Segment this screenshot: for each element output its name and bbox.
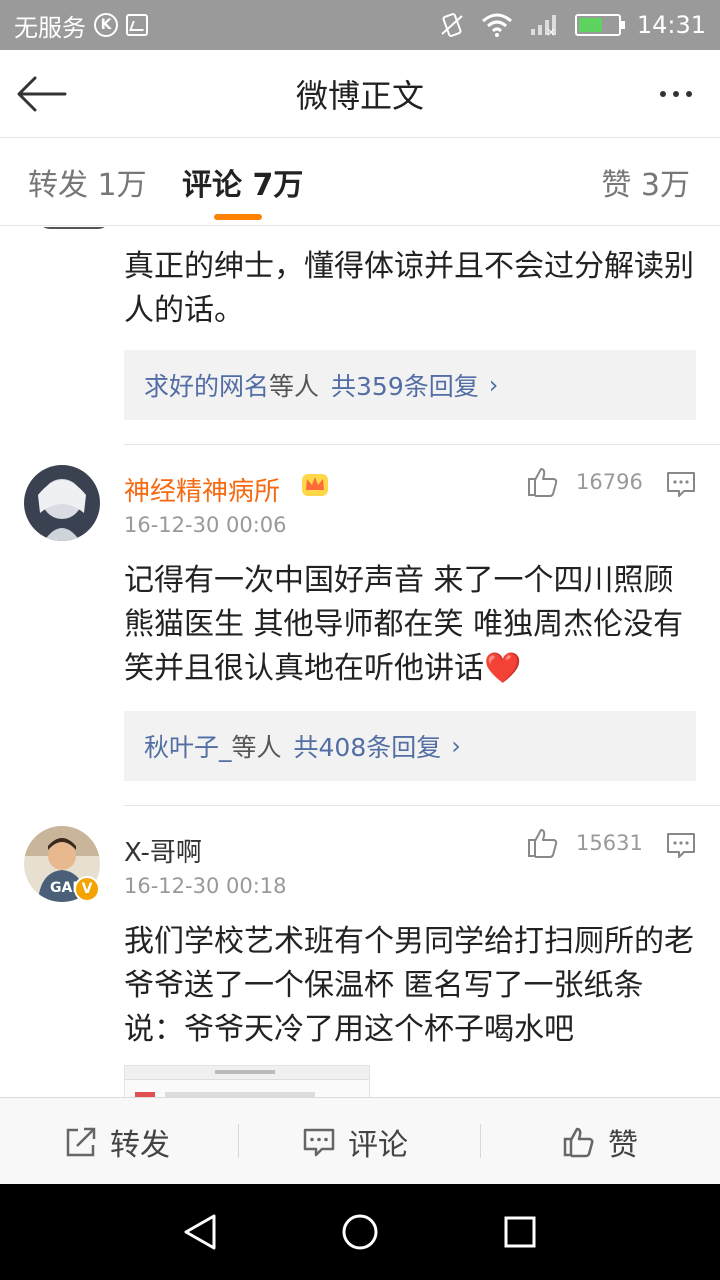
thumbs-up-icon[interactable] bbox=[526, 465, 560, 499]
home-circle-icon bbox=[342, 1214, 378, 1250]
tab-comments[interactable]: 评论 7万 bbox=[182, 160, 303, 204]
nav-home-button[interactable] bbox=[340, 1212, 380, 1252]
tab-bar: 转发 1万 评论 7万 赞 3万 bbox=[0, 138, 720, 226]
comment-label: 评论 bbox=[348, 1127, 408, 1163]
status-bar: 无服务 K × 14:31 bbox=[0, 0, 720, 50]
tab-forwards[interactable]: 转发 1万 bbox=[28, 160, 147, 204]
forward-button[interactable]: 转发 bbox=[64, 1098, 170, 1185]
reply-connector: 等人 bbox=[231, 733, 282, 762]
comment-text: 记得有一次中国好声音 来了一个四川照顾熊猫医生 其他导师都在笑 唯独周杰伦没有笑… bbox=[124, 563, 684, 686]
divider bbox=[238, 1124, 239, 1158]
like-count: 15631 bbox=[576, 831, 643, 855]
reply-comment-icon[interactable] bbox=[666, 469, 696, 499]
more-options-button[interactable] bbox=[652, 74, 700, 114]
username[interactable]: X-哥啊 bbox=[124, 832, 202, 869]
action-bar: 转发 评论 赞 bbox=[0, 1097, 720, 1184]
reply-comment-icon[interactable] bbox=[666, 830, 696, 860]
replies-button[interactable]: 秋叶子_ 等人 共408条回复 › bbox=[124, 711, 696, 781]
divider bbox=[124, 805, 720, 806]
comment-text: 我们学校艺术班有个男同学给打扫厕所的老爷爷送了一个保温杯 匿名写了一张纸条说：爷… bbox=[124, 924, 694, 1047]
replies-button[interactable]: 求好的网名 等人 共359条回复 › bbox=[124, 350, 696, 420]
like-label: 赞 bbox=[608, 1127, 638, 1163]
divider bbox=[480, 1124, 481, 1158]
comment-time: 16-12-30 00:06 bbox=[124, 513, 287, 537]
carrier-text: 无服务 bbox=[14, 13, 86, 42]
page-title: 微博正文 bbox=[295, 76, 424, 115]
k-notification-icon: K bbox=[94, 13, 118, 37]
share-icon bbox=[66, 1127, 96, 1156]
comment-text: 真正的绅士，懂得体谅并且不会过分解读别人的话。 bbox=[124, 249, 694, 328]
tab-likes[interactable]: 赞 3万 bbox=[601, 160, 690, 204]
comment-time: 16-12-30 00:18 bbox=[124, 874, 287, 898]
comment-image[interactable] bbox=[124, 1065, 370, 1097]
reply-names: 求好的网名 bbox=[144, 372, 270, 401]
verified-badge-icon: V bbox=[74, 876, 100, 902]
chevron-right-icon: › bbox=[451, 732, 461, 760]
active-tab-indicator bbox=[214, 214, 262, 220]
wifi-icon bbox=[481, 13, 512, 37]
reply-count: 共359条回复 bbox=[331, 372, 479, 401]
reply-names: 秋叶子_ bbox=[144, 733, 232, 762]
chevron-right-icon: › bbox=[488, 371, 499, 399]
like-button[interactable]: 赞 bbox=[562, 1098, 638, 1185]
battery-icon bbox=[574, 14, 625, 36]
reply-count: 共408条回复 bbox=[293, 733, 442, 762]
avatar bbox=[38, 227, 110, 229]
recents-square-icon bbox=[504, 1216, 536, 1248]
reply-connector: 等人 bbox=[269, 372, 320, 401]
header: 微博正文 bbox=[0, 50, 720, 138]
like-count: 16796 bbox=[576, 470, 643, 494]
back-arrow-icon bbox=[17, 76, 67, 112]
nav-back-button[interactable] bbox=[180, 1212, 220, 1252]
comment-list: 真正的绅士，懂得体谅并且不会过分解读别人的话。 求好的网名 等人 共359条回复… bbox=[0, 227, 720, 1097]
forward-label: 转发 bbox=[110, 1127, 170, 1163]
comment-icon bbox=[303, 1128, 335, 1156]
crown-badge-icon bbox=[302, 474, 328, 496]
svg-text:×: × bbox=[546, 25, 556, 37]
signal-icon: × bbox=[530, 15, 556, 37]
thumbs-up-icon bbox=[563, 1127, 594, 1157]
system-nav-bar bbox=[0, 1184, 720, 1280]
vibrate-icon bbox=[441, 13, 463, 37]
back-triangle-icon bbox=[184, 1214, 216, 1250]
nav-recents-button[interactable] bbox=[500, 1212, 540, 1252]
comment-button[interactable]: 评论 bbox=[302, 1098, 408, 1185]
divider bbox=[124, 444, 720, 445]
back-button[interactable] bbox=[14, 70, 70, 118]
thumbs-up-icon[interactable] bbox=[526, 826, 560, 860]
username[interactable]: 神经精神病所 bbox=[124, 471, 280, 508]
avatar[interactable] bbox=[24, 465, 100, 541]
image-notification-icon bbox=[126, 14, 148, 36]
clock: 14:31 bbox=[636, 11, 706, 39]
